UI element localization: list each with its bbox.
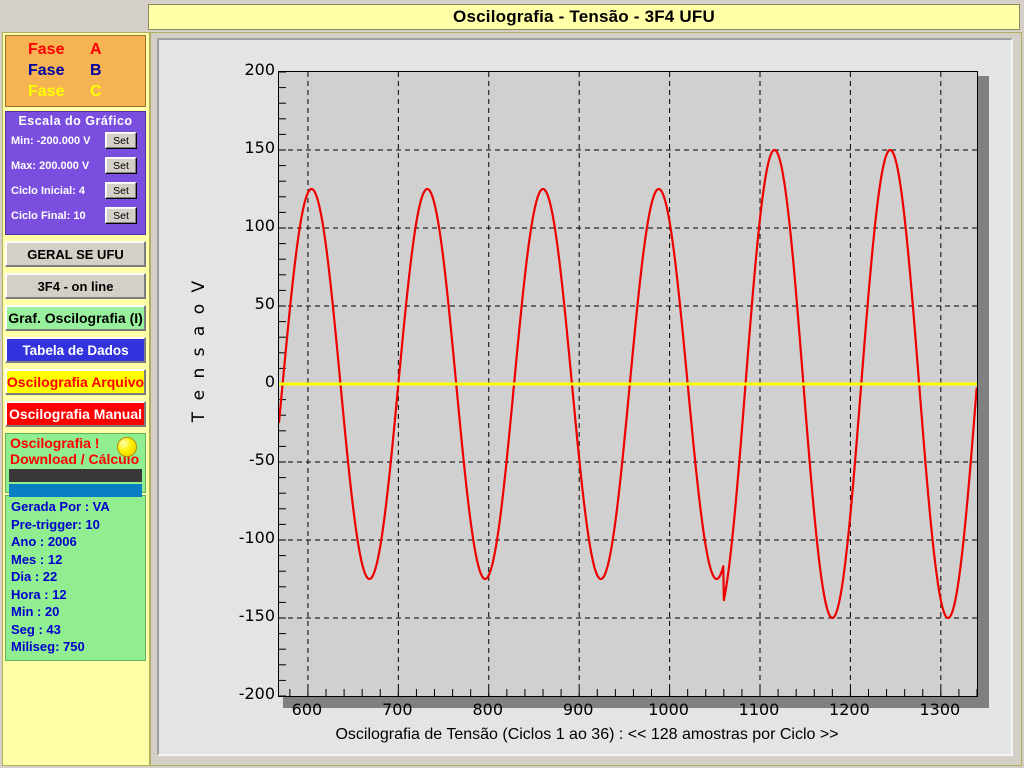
y-tick-label: 200 (244, 60, 275, 79)
y-tick-label: 100 (244, 216, 275, 235)
window-title-bar: Oscilografia - Tensão - 3F4 UFU (148, 4, 1020, 30)
y-axis-tick-labels: 200 150 100 50 0 -50 -100 -150 -200 (203, 40, 275, 758)
sidebar: Fase A Fase B Fase C Escala do Gráfico M… (2, 32, 150, 766)
info-mes: Mes : 12 (11, 551, 63, 567)
graph-scale-title: Escala do Gráfico (18, 114, 133, 128)
set-max-button[interactable]: Set (105, 157, 137, 174)
ciclo-final-label: Ciclo Final: 10 (11, 209, 86, 222)
y-tick-label: -100 (238, 528, 275, 547)
scale-row-max: Max: 200.000 V Set (6, 153, 145, 178)
x-tick-label: 600 (291, 700, 323, 719)
legend-id-phase-a: A (90, 41, 102, 58)
nav-button-3f4-online[interactable]: 3F4 - on line (5, 273, 146, 299)
scale-min-label: Min: -200.000 V (11, 134, 91, 147)
chart-panel: T e n s a o V 200 150 100 50 0 -50 -100 -150 -20… (150, 32, 1022, 766)
nav-button-oscilografia-manual[interactable]: Oscilografia Manual (5, 401, 146, 427)
graph-scale-panel: Escala do Gráfico Min: -200.000 V Set Ma… (5, 111, 146, 235)
x-tick-label: 1200 (829, 700, 870, 719)
x-tick-label: 900 (562, 700, 594, 719)
x-tick-label: 1300 (919, 700, 961, 719)
legend-id-phase-c: C (90, 83, 102, 100)
progress-bar-calculo (9, 484, 142, 497)
set-min-button[interactable]: Set (105, 132, 137, 149)
info-hora: Hora : 12 (11, 586, 67, 602)
phase-legend-panel: Fase A Fase B Fase C (5, 35, 146, 107)
x-axis-tick-labels: 600 700 800 900 1000 1100 1200 1300 (278, 700, 978, 724)
set-ciclo-inicial-button[interactable]: Set (105, 182, 137, 199)
info-min: Min : 20 (11, 604, 60, 619)
scale-row-min: Min: -200.000 V Set (6, 128, 145, 153)
legend-item-phase-c[interactable]: Fase C (6, 81, 145, 102)
scale-max-label: Max: 200.000 V (11, 159, 90, 172)
nav-button-geral-se-ufu[interactable]: GERAL SE UFU (5, 241, 146, 267)
x-tick-label: 800 (472, 700, 504, 719)
progress-bar-download (9, 469, 142, 482)
oscillography-window: Oscilografia - Tensão - 3F4 UFU Fase A F… (0, 0, 1024, 768)
y-tick-label: 50 (254, 294, 275, 313)
info-seg: Seg : 43 (11, 621, 61, 637)
oscilografia-download-panel: Oscilografia ! Download / Cálculo (5, 433, 146, 497)
info-miliseg: Miliseg: 750 (11, 639, 85, 654)
nav-button-oscilografia-arquivo[interactable]: Oscilografia Arquivo (5, 369, 146, 395)
info-gerada-por: Gerada Por : VA (11, 499, 110, 514)
scale-row-ciclo-final: Ciclo Final: 10 Set (6, 203, 145, 228)
scale-row-ciclo-inicial: Ciclo Inicial: 4 Set (6, 178, 145, 203)
legend-label-phase-c: Fase (28, 83, 65, 100)
nav-button-graf-oscilografia-i[interactable]: Graf. Oscilografia (I) (5, 305, 146, 331)
info-ano: Ano : 2006 (11, 534, 77, 549)
set-ciclo-final-button[interactable]: Set (105, 207, 137, 224)
x-tick-label: 1100 (738, 700, 780, 719)
x-tick-label: 1000 (648, 700, 689, 719)
legend-item-phase-a[interactable]: Fase A (6, 39, 145, 60)
x-tick-label: 700 (382, 700, 413, 719)
waveform-svg (279, 72, 977, 696)
ciclo-inicial-label: Ciclo Inicial: 4 (11, 184, 85, 197)
info-pre-trigger: Pre-trigger: 10 (11, 516, 100, 532)
x-axis-title: Oscilografia de Tensão (Ciclos 1 ao 36) … (335, 726, 839, 743)
legend-label-phase-b: Fase (28, 62, 65, 79)
y-tick-label: -200 (238, 684, 275, 703)
page-title: Oscilografia - Tensão - 3F4 UFU (453, 7, 715, 26)
nav-button-tabela-de-dados[interactable]: Tabela de Dados (5, 337, 146, 363)
y-tick-label: -150 (238, 606, 275, 625)
chart-inner: T e n s a o V 200 150 100 50 0 -50 -100 -150 -20… (157, 38, 1013, 756)
info-dia: Dia : 22 (11, 569, 58, 584)
plot-area[interactable] (278, 71, 978, 697)
legend-id-phase-b: B (90, 62, 102, 79)
legend-label-phase-a: Fase (28, 41, 65, 58)
status-lamp-icon (117, 437, 137, 457)
legend-item-phase-b[interactable]: Fase B (6, 60, 145, 81)
y-tick-label: 150 (244, 138, 275, 157)
y-tick-label: -50 (248, 450, 275, 469)
record-info-panel: Gerada Por : VA Pre-trigger: 10 Ano : 20… (5, 495, 146, 661)
y-tick-label: 0 (264, 372, 275, 391)
